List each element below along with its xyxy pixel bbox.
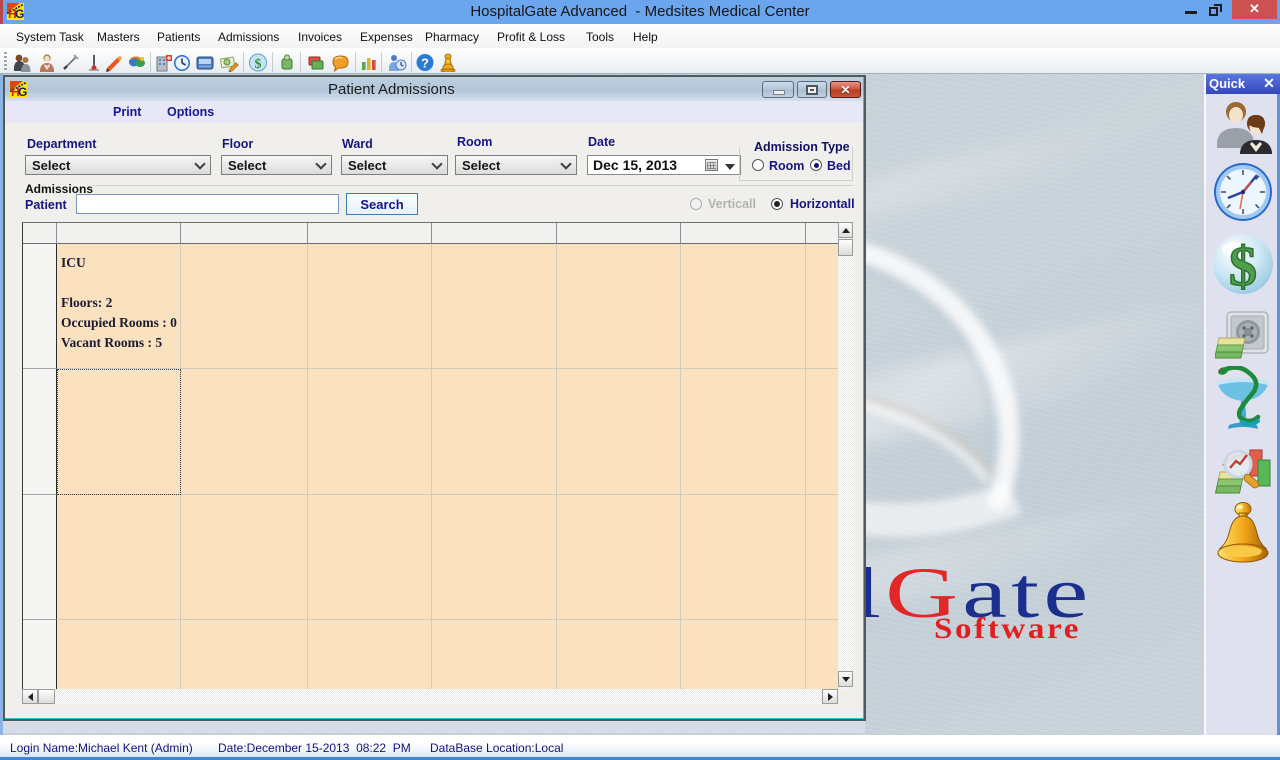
svg-text:$: $ — [1229, 236, 1257, 295]
svg-text:?: ? — [421, 56, 429, 71]
svg-text:G: G — [18, 85, 27, 98]
svg-text:$: $ — [255, 57, 262, 72]
